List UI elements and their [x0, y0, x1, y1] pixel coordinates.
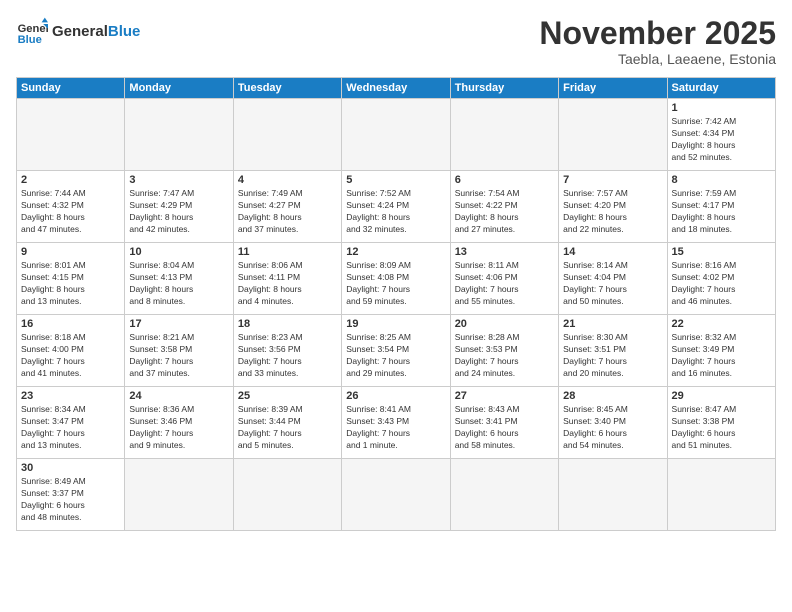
col-wednesday: Wednesday — [342, 78, 450, 99]
day-25: 25 Sunrise: 8:39 AMSunset: 3:44 PMDaylig… — [233, 387, 341, 459]
col-monday: Monday — [125, 78, 233, 99]
day-29: 29 Sunrise: 8:47 AMSunset: 3:38 PMDaylig… — [667, 387, 775, 459]
day-9: 9 Sunrise: 8:01 AMSunset: 4:15 PMDayligh… — [17, 243, 125, 315]
month-title: November 2025 — [539, 16, 776, 51]
day-20: 20 Sunrise: 8:28 AMSunset: 3:53 PMDaylig… — [450, 315, 558, 387]
empty-cell — [17, 99, 125, 171]
day-1: 1 Sunrise: 7:42 AMSunset: 4:34 PMDayligh… — [667, 99, 775, 171]
day-28: 28 Sunrise: 8:45 AMSunset: 3:40 PMDaylig… — [559, 387, 667, 459]
logo-general: General — [52, 23, 108, 40]
day-15: 15 Sunrise: 8:16 AMSunset: 4:02 PMDaylig… — [667, 243, 775, 315]
day-24: 24 Sunrise: 8:36 AMSunset: 3:46 PMDaylig… — [125, 387, 233, 459]
logo-icon: General Blue — [16, 16, 48, 48]
header: General Blue GeneralBlue November 2025 T… — [16, 16, 776, 67]
day-27: 27 Sunrise: 8:43 AMSunset: 3:41 PMDaylig… — [450, 387, 558, 459]
day-23: 23 Sunrise: 8:34 AMSunset: 3:47 PMDaylig… — [17, 387, 125, 459]
day-5: 5 Sunrise: 7:52 AMSunset: 4:24 PMDayligh… — [342, 171, 450, 243]
day-10: 10 Sunrise: 8:04 AMSunset: 4:13 PMDaylig… — [125, 243, 233, 315]
calendar-row-1: 1 Sunrise: 7:42 AMSunset: 4:34 PMDayligh… — [17, 99, 776, 171]
empty-cell — [125, 459, 233, 531]
day-12: 12 Sunrise: 8:09 AMSunset: 4:08 PMDaylig… — [342, 243, 450, 315]
calendar-header-row: Sunday Monday Tuesday Wednesday Thursday… — [17, 78, 776, 99]
empty-cell — [342, 459, 450, 531]
calendar-table: Sunday Monday Tuesday Wednesday Thursday… — [16, 77, 776, 531]
col-friday: Friday — [559, 78, 667, 99]
empty-cell — [559, 459, 667, 531]
logo-blue: Blue — [108, 23, 141, 40]
calendar-row-2: 2 Sunrise: 7:44 AMSunset: 4:32 PMDayligh… — [17, 171, 776, 243]
day-17: 17 Sunrise: 8:21 AMSunset: 3:58 PMDaylig… — [125, 315, 233, 387]
empty-cell — [450, 99, 558, 171]
svg-text:Blue: Blue — [18, 34, 42, 46]
day-18: 18 Sunrise: 8:23 AMSunset: 3:56 PMDaylig… — [233, 315, 341, 387]
col-tuesday: Tuesday — [233, 78, 341, 99]
empty-cell — [233, 99, 341, 171]
location: Taebla, Laeaene, Estonia — [539, 51, 776, 67]
day-26: 26 Sunrise: 8:41 AMSunset: 3:43 PMDaylig… — [342, 387, 450, 459]
day-6: 6 Sunrise: 7:54 AMSunset: 4:22 PMDayligh… — [450, 171, 558, 243]
svg-text:General: General — [18, 23, 48, 35]
col-saturday: Saturday — [667, 78, 775, 99]
day-22: 22 Sunrise: 8:32 AMSunset: 3:49 PMDaylig… — [667, 315, 775, 387]
day-21: 21 Sunrise: 8:30 AMSunset: 3:51 PMDaylig… — [559, 315, 667, 387]
col-sunday: Sunday — [17, 78, 125, 99]
day-2: 2 Sunrise: 7:44 AMSunset: 4:32 PMDayligh… — [17, 171, 125, 243]
empty-cell — [342, 99, 450, 171]
day-8: 8 Sunrise: 7:59 AMSunset: 4:17 PMDayligh… — [667, 171, 775, 243]
day-16: 16 Sunrise: 8:18 AMSunset: 4:00 PMDaylig… — [17, 315, 125, 387]
day-14: 14 Sunrise: 8:14 AMSunset: 4:04 PMDaylig… — [559, 243, 667, 315]
day-3: 3 Sunrise: 7:47 AMSunset: 4:29 PMDayligh… — [125, 171, 233, 243]
day-7: 7 Sunrise: 7:57 AMSunset: 4:20 PMDayligh… — [559, 171, 667, 243]
empty-cell — [125, 99, 233, 171]
page: General Blue GeneralBlue November 2025 T… — [0, 0, 792, 612]
day-11: 11 Sunrise: 8:06 AMSunset: 4:11 PMDaylig… — [233, 243, 341, 315]
day-4: 4 Sunrise: 7:49 AMSunset: 4:27 PMDayligh… — [233, 171, 341, 243]
calendar-row-4: 16 Sunrise: 8:18 AMSunset: 4:00 PMDaylig… — [17, 315, 776, 387]
empty-cell — [559, 99, 667, 171]
day-30: 30 Sunrise: 8:49 AMSunset: 3:37 PMDaylig… — [17, 459, 125, 531]
col-thursday: Thursday — [450, 78, 558, 99]
title-block: November 2025 Taebla, Laeaene, Estonia — [539, 16, 776, 67]
logo: General Blue GeneralBlue — [16, 16, 140, 48]
day-19: 19 Sunrise: 8:25 AMSunset: 3:54 PMDaylig… — [342, 315, 450, 387]
day-13: 13 Sunrise: 8:11 AMSunset: 4:06 PMDaylig… — [450, 243, 558, 315]
empty-cell — [667, 459, 775, 531]
calendar-row-5: 23 Sunrise: 8:34 AMSunset: 3:47 PMDaylig… — [17, 387, 776, 459]
empty-cell — [233, 459, 341, 531]
empty-cell — [450, 459, 558, 531]
calendar-row-3: 9 Sunrise: 8:01 AMSunset: 4:15 PMDayligh… — [17, 243, 776, 315]
calendar-row-6: 30 Sunrise: 8:49 AMSunset: 3:37 PMDaylig… — [17, 459, 776, 531]
